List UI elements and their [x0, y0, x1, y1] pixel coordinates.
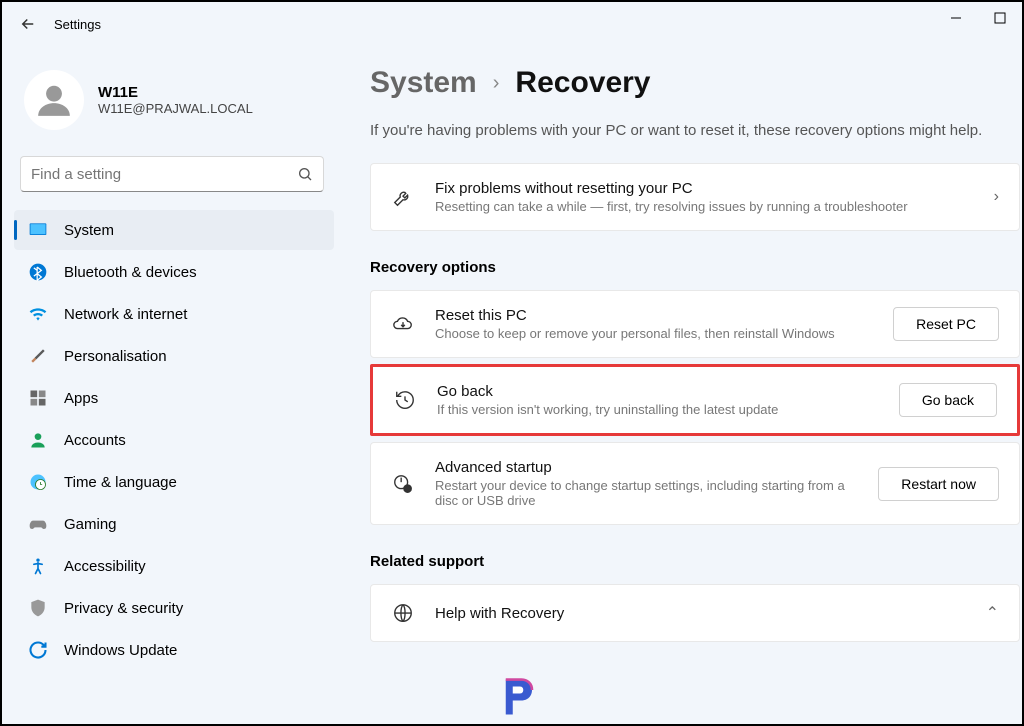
go-back-card: Go back If this version isn't working, t…: [370, 364, 1020, 436]
nav-item-bluetooth[interactable]: Bluetooth & devices: [14, 252, 334, 292]
update-icon: [28, 640, 48, 660]
section-related-support: Related support: [370, 553, 1022, 570]
nav-label: Accessibility: [64, 558, 146, 575]
card-title: Reset this PC: [435, 307, 873, 324]
nav-label: Network & internet: [64, 306, 187, 323]
reset-pc-button[interactable]: Reset PC: [893, 307, 999, 341]
card-title: Advanced startup: [435, 459, 858, 476]
restart-now-button[interactable]: Restart now: [878, 467, 999, 501]
search-input[interactable]: [31, 166, 297, 183]
bluetooth-icon: [28, 262, 48, 282]
paintbrush-icon: [28, 346, 48, 366]
window-controls: [946, 8, 1010, 28]
card-desc: Restart your device to change startup se…: [435, 478, 858, 508]
search-icon: [297, 166, 313, 182]
nav-label: Windows Update: [64, 642, 177, 659]
apps-icon: [28, 388, 48, 408]
nav-item-network[interactable]: Network & internet: [14, 294, 334, 334]
reset-cloud-icon: [391, 312, 415, 336]
display-icon: [28, 220, 48, 240]
minimize-button[interactable]: [946, 8, 966, 28]
nav-item-gaming[interactable]: Gaming: [14, 504, 334, 544]
card-title: Help with Recovery: [435, 605, 966, 622]
nav-label: Privacy & security: [64, 600, 183, 617]
breadcrumb-parent[interactable]: System: [370, 66, 477, 100]
person-icon: [28, 430, 48, 450]
titlebar: Settings: [2, 2, 1022, 46]
go-back-button[interactable]: Go back: [899, 383, 997, 417]
accessibility-icon: [28, 556, 48, 576]
nav-label: Gaming: [64, 516, 117, 533]
breadcrumb-current: Recovery: [515, 66, 650, 100]
nav-item-personalisation[interactable]: Personalisation: [14, 336, 334, 376]
content: System › Recovery If you're having probl…: [342, 46, 1022, 724]
power-gear-icon: [391, 472, 415, 496]
back-button[interactable]: [10, 6, 46, 42]
nav-list: System Bluetooth & devices Network & int…: [14, 210, 334, 670]
chevron-up-icon: ⌃: [986, 603, 999, 623]
nav-label: Personalisation: [64, 348, 167, 365]
window-title: Settings: [54, 17, 101, 32]
nav-label: Apps: [64, 390, 98, 407]
nav-label: System: [64, 222, 114, 239]
reset-pc-card: Reset this PC Choose to keep or remove y…: [370, 290, 1020, 358]
user-block[interactable]: W11E W11E@PRAJWAL.LOCAL: [14, 62, 334, 150]
history-icon: [393, 388, 417, 412]
section-recovery-options: Recovery options: [370, 259, 1022, 276]
nav-item-privacy[interactable]: Privacy & security: [14, 588, 334, 628]
chevron-right-icon: ›: [493, 72, 500, 95]
nav-item-apps[interactable]: Apps: [14, 378, 334, 418]
search-box[interactable]: [20, 156, 324, 192]
card-desc: Choose to keep or remove your personal f…: [435, 326, 873, 341]
advanced-startup-card: Advanced startup Restart your device to …: [370, 442, 1020, 525]
globe-icon: [391, 601, 415, 625]
nav-item-time[interactable]: Time & language: [14, 462, 334, 502]
breadcrumb: System › Recovery: [370, 66, 1022, 100]
wifi-icon: [28, 304, 48, 324]
card-title: Fix problems without resetting your PC: [435, 180, 974, 197]
page-subtitle: If you're having problems with your PC o…: [370, 122, 1022, 139]
card-desc: Resetting can take a while — first, try …: [435, 199, 974, 214]
nav-label: Time & language: [64, 474, 177, 491]
nav-item-update[interactable]: Windows Update: [14, 630, 334, 670]
user-email: W11E@PRAJWAL.LOCAL: [98, 101, 253, 116]
nav-item-accessibility[interactable]: Accessibility: [14, 546, 334, 586]
gaming-icon: [28, 514, 48, 534]
help-recovery-card[interactable]: Help with Recovery ⌃: [370, 584, 1020, 642]
nav-label: Accounts: [64, 432, 126, 449]
maximize-button[interactable]: [990, 8, 1010, 28]
avatar: [24, 70, 84, 130]
fix-problems-card[interactable]: Fix problems without resetting your PC R…: [370, 163, 1020, 231]
user-name: W11E: [98, 84, 253, 101]
wrench-icon: [391, 185, 415, 209]
chevron-right-icon: ›: [994, 188, 999, 206]
nav-item-accounts[interactable]: Accounts: [14, 420, 334, 460]
nav-label: Bluetooth & devices: [64, 264, 197, 281]
sidebar: W11E W11E@PRAJWAL.LOCAL System Bluetooth…: [2, 46, 342, 724]
card-desc: If this version isn't working, try unins…: [437, 402, 879, 417]
shield-icon: [28, 598, 48, 618]
globe-clock-icon: [28, 472, 48, 492]
card-title: Go back: [437, 383, 879, 400]
nav-item-system[interactable]: System: [14, 210, 334, 250]
